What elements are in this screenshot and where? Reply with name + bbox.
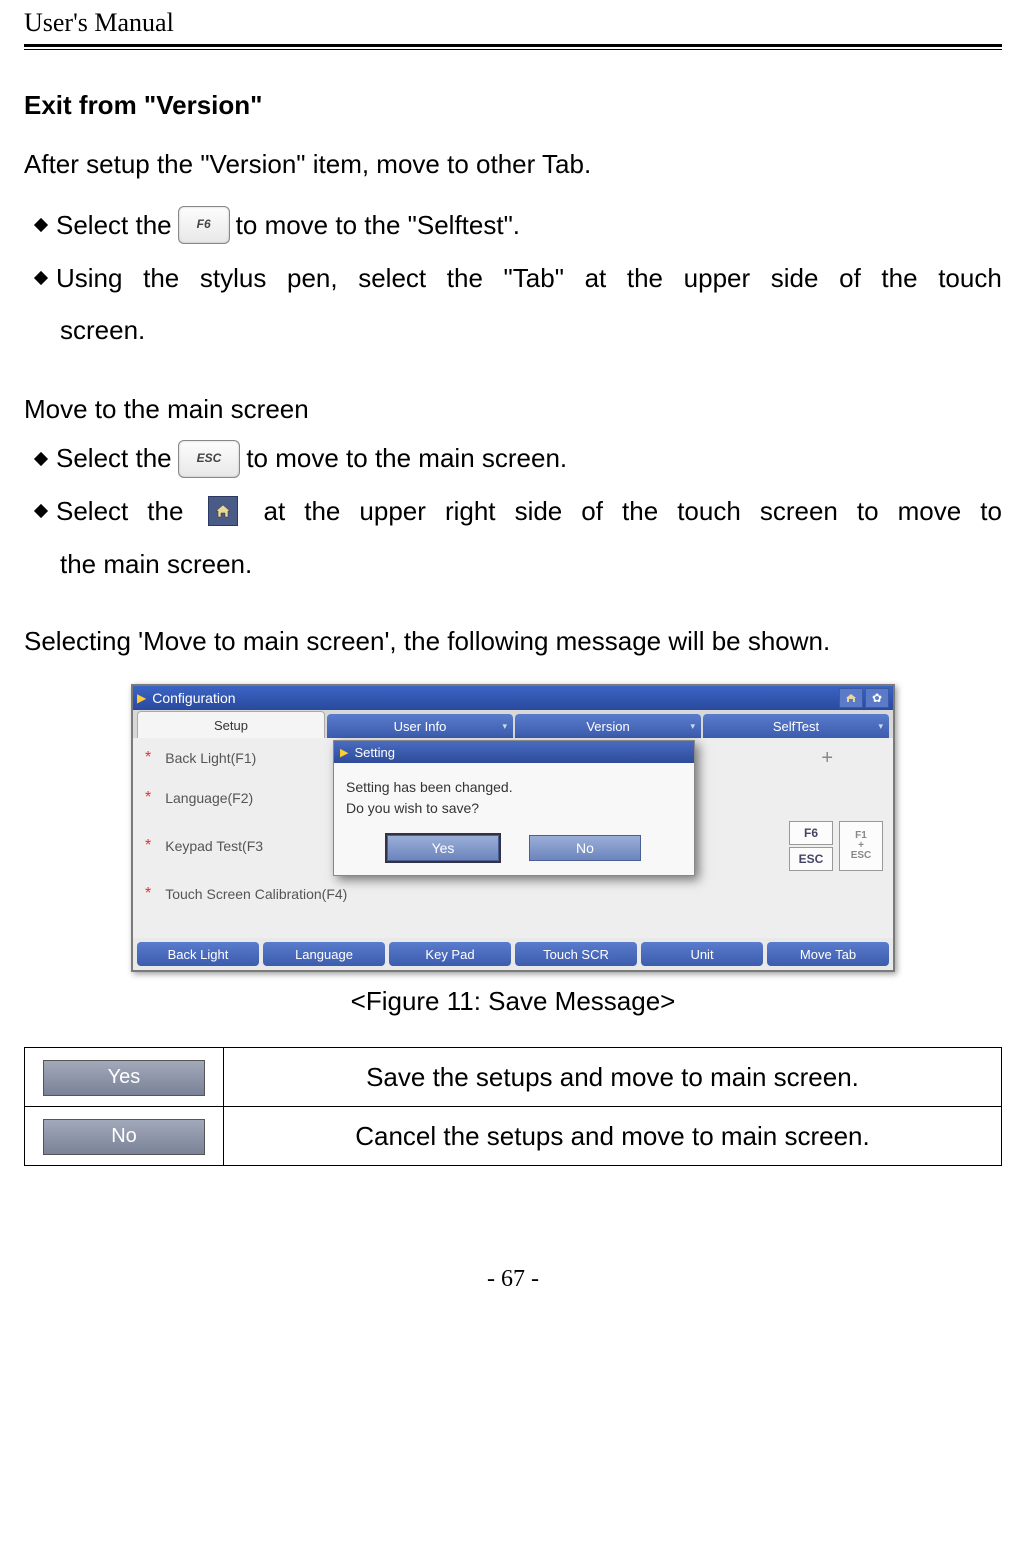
bullet-icon (34, 504, 48, 518)
row-touchscreen[interactable]: * Touch Screen Calibration(F4) (133, 874, 893, 914)
bullet-f6: Select the F6 to move to the "Selftest". (24, 202, 1002, 249)
bullet-stylus: Using the stylus pen, select the "Tab" a… (24, 255, 1002, 302)
btn-unit[interactable]: Unit (641, 942, 763, 966)
bottom-bar: Back Light Language Key Pad Touch SCR Un… (133, 938, 893, 970)
bullet-esc-pre: Select the (56, 435, 172, 482)
no-button-graphic: No (43, 1119, 205, 1155)
bullet-f6-post: to move to the "Selftest". (236, 202, 520, 249)
star-icon: * (145, 749, 151, 767)
section-exit-intro: After setup the "Version" item, move to … (24, 141, 1002, 188)
table-no-button-cell: No (25, 1107, 224, 1166)
section-move-title: Move to the main screen (24, 394, 1002, 425)
f6-key-icon: F6 (178, 206, 230, 244)
dialog-title-text: Setting (354, 745, 394, 760)
btn-keypad[interactable]: Key Pad (389, 942, 511, 966)
titlebar-arrow-icon: ▶ (340, 746, 348, 759)
titlebar-settings-button[interactable]: ✿ (865, 688, 889, 708)
section-exit-title: Exit from "Version" (24, 90, 1002, 121)
doc-header: User's Manual (24, 0, 1002, 44)
page-number: - 67 - (24, 1266, 1002, 1293)
bullet-icon (34, 218, 48, 232)
chevron-down-icon: ▾ (878, 721, 883, 732)
dialog-no-button[interactable]: No (529, 835, 641, 861)
bullet-f6-pre: Select the (56, 202, 172, 249)
figure-caption: <Figure 11: Save Message> (24, 986, 1002, 1017)
app-body: * Back Light(F1) + * Language(F2) * Keyp… (133, 738, 893, 938)
tab-user-info[interactable]: User Info▾ (327, 714, 513, 738)
home-icon (208, 496, 238, 526)
btn-language[interactable]: Language (263, 942, 385, 966)
esc-key-icon: ESC (178, 440, 241, 478)
star-icon: * (145, 885, 151, 903)
dialog-titlebar: ▶ Setting (334, 741, 694, 763)
window-title: Configuration (152, 690, 235, 706)
bullet-home: Select the at the upper right side of th… (24, 488, 1002, 535)
plus-icon: + (821, 747, 833, 770)
table-yes-button-cell: Yes (25, 1048, 224, 1107)
table-yes-desc: Save the setups and move to main screen. (224, 1048, 1002, 1107)
dialog-line2: Do you wish to save? (346, 798, 682, 819)
btn-touchscr[interactable]: Touch SCR (515, 942, 637, 966)
header-rule (24, 44, 1002, 50)
f1-plus-esc-key-icon: F1+ESC (839, 821, 883, 871)
bullet-esc-post: to move to the main screen. (246, 435, 567, 482)
table-no-desc: Cancel the setups and move to main scree… (224, 1107, 1002, 1166)
chevron-down-icon: ▾ (690, 721, 695, 732)
chevron-down-icon: ▾ (502, 721, 507, 732)
dialog-line1: Setting has been changed. (346, 777, 682, 798)
tab-version[interactable]: Version▾ (515, 714, 701, 738)
star-icon: * (145, 837, 151, 855)
tab-setup[interactable]: Setup (137, 711, 325, 738)
dialog-yes-button[interactable]: Yes (387, 835, 499, 861)
bullet-icon (34, 452, 48, 466)
esc-key-icon: ESC (789, 847, 833, 871)
app-window: ▶ Configuration ✿ Setup User Info▾ Versi… (131, 684, 895, 972)
bullet-home-cont: the main screen. (24, 541, 1002, 588)
tabs-row: Setup User Info▾ Version▾ SelfTest▾ (133, 710, 893, 738)
btn-movetab[interactable]: Move Tab (767, 942, 889, 966)
bullet-esc: Select the ESC to move to the main scree… (24, 435, 1002, 482)
tab-selftest[interactable]: SelfTest▾ (703, 714, 889, 738)
titlebar-home-button[interactable] (839, 688, 863, 708)
bullet-stylus-cont: screen. (24, 307, 1002, 354)
btn-backlight[interactable]: Back Light (137, 942, 259, 966)
transition-text: Selecting 'Move to main screen', the fol… (24, 618, 1002, 665)
dialog-body: Setting has been changed. Do you wish to… (334, 763, 694, 825)
app-titlebar: ▶ Configuration ✿ (133, 686, 893, 710)
bullet-icon (34, 271, 48, 285)
titlebar-arrow-icon: ▶ (137, 691, 146, 705)
yes-button-graphic: Yes (43, 1060, 205, 1096)
save-dialog: ▶ Setting Setting has been changed. Do y… (333, 740, 695, 876)
button-description-table: Yes Save the setups and move to main scr… (24, 1047, 1002, 1166)
star-icon: * (145, 789, 151, 807)
f6-key-icon: F6 (789, 821, 833, 845)
